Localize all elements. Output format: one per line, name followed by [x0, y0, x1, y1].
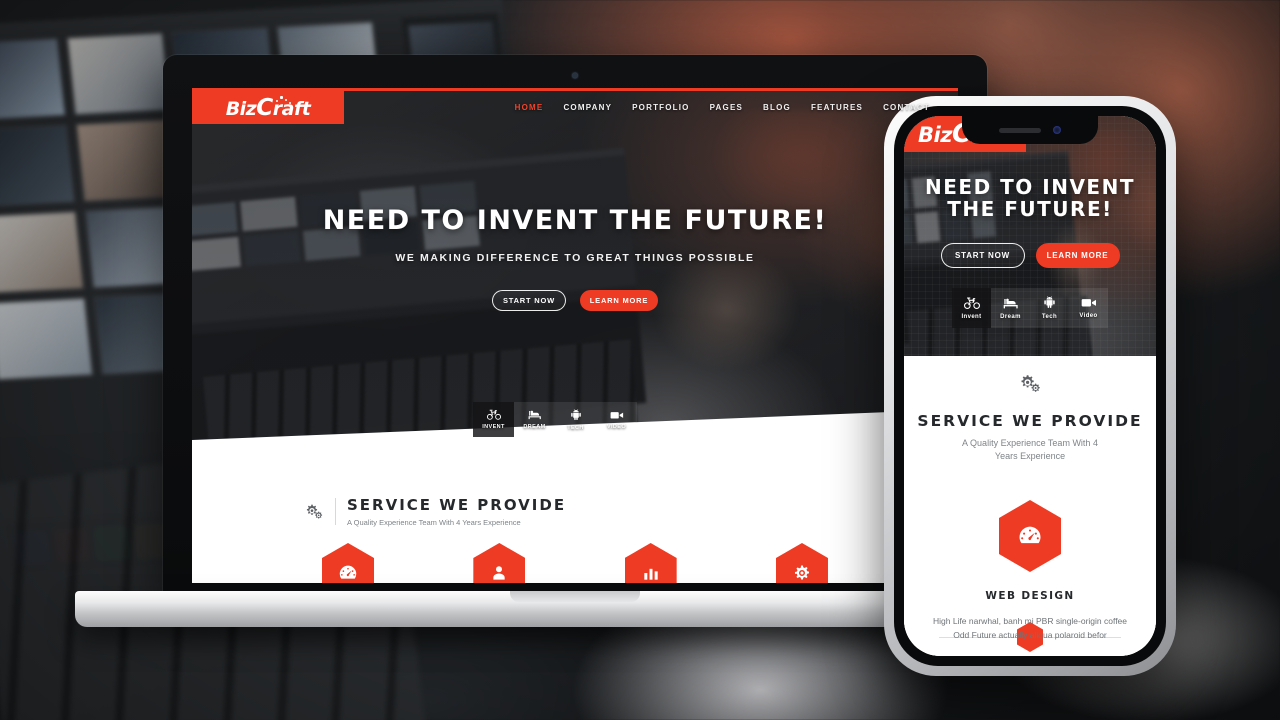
- hero-buttons-mobile: START NOW LEARN MORE: [920, 242, 1140, 268]
- top-accent-line: [192, 88, 958, 91]
- hero-headline-mobile: NEED TO INVENT THE FUTURE!: [925, 175, 1135, 222]
- tab-dream-mobile[interactable]: Dream: [991, 288, 1030, 328]
- laptop-screen: BizCraft HOME COMPANY PORTFOLIO PAGES BL…: [192, 88, 958, 583]
- hero-content: NEED TO INVENT THE FUTURE! WE MAKING DIF…: [192, 205, 958, 312]
- nav-item-home[interactable]: HOME: [515, 103, 544, 112]
- website-mobile-view: BizCraft NEED TO INVENT THE FUTURE! STAR…: [904, 116, 1156, 656]
- tab-dream-label-mobile: Dream: [1000, 313, 1021, 320]
- service-subtitle-mobile-line1: A Quality Experience Team With 4: [962, 438, 1098, 448]
- nav-item-company[interactable]: COMPANY: [563, 103, 612, 112]
- laptop-camera-icon: [572, 73, 578, 78]
- nav-item-contact[interactable]: CONTACT: [883, 103, 930, 112]
- video-camera-icon: [610, 411, 623, 418]
- service-card-web-design[interactable]: [322, 543, 374, 583]
- service-card-body-line2: Odd Future actually aliqua polaroid befo…: [953, 630, 1107, 641]
- tab-video-label: VIDEO: [606, 423, 627, 430]
- chart-icon: [624, 543, 677, 583]
- person-icon: [473, 543, 526, 583]
- tab-tech[interactable]: TECH: [555, 402, 596, 437]
- learn-more-button-mobile[interactable]: LEARN MORE: [1035, 242, 1120, 268]
- main-navigation: HOME COMPANY PORTFOLIO PAGES BLOG FEATUR…: [344, 91, 958, 124]
- tab-video-label-mobile: Video: [1079, 313, 1098, 319]
- video-camera-icon: [1081, 299, 1096, 307]
- divider: [335, 498, 336, 525]
- nav-item-portfolio[interactable]: PORTFOLIO: [632, 103, 689, 112]
- nav-item-blog[interactable]: BLOG: [763, 103, 791, 112]
- hero-subheadline: WE MAKING DIFFERENCE TO GREAT THINGS POS…: [395, 252, 755, 265]
- site-header: BizCraft HOME COMPANY PORTFOLIO PAGES BL…: [192, 91, 958, 124]
- start-now-button-mobile[interactable]: START NOW: [940, 242, 1025, 268]
- phone-mockup: BizCraft NEED TO INVENT THE FUTURE! STAR…: [884, 96, 1176, 676]
- logo-text-biz-mobile: Biz: [918, 123, 952, 147]
- hero-buttons: START NOW LEARN MORE: [192, 290, 958, 312]
- phone-camera-icon: [1053, 126, 1061, 134]
- laptop-notch: [510, 591, 640, 602]
- tab-invent-label-mobile: Invent: [961, 313, 982, 320]
- service-title-mobile: SERVICE WE PROVIDE: [917, 412, 1143, 430]
- service-card-body-line1: High Life narwhal, banh mi PBR single-or…: [932, 616, 1128, 626]
- android-icon: [1044, 296, 1055, 308]
- logo[interactable]: BizCraft: [192, 91, 344, 124]
- speedometer-icon: [999, 500, 1061, 572]
- service-card-2[interactable]: [473, 543, 526, 583]
- tab-tech-mobile[interactable]: Tech: [1030, 288, 1069, 328]
- website-desktop-view: BizCraft HOME COMPANY PORTFOLIO PAGES BL…: [192, 88, 958, 583]
- start-now-button[interactable]: START NOW: [492, 290, 566, 312]
- android-icon: [570, 408, 581, 420]
- gears-icon: [1018, 372, 1042, 396]
- nav-item-features[interactable]: FEATURES: [811, 103, 863, 112]
- laptop-mockup: BizCraft HOME COMPANY PORTFOLIO PAGES BL…: [75, 55, 1075, 627]
- service-subtitle-mobile-line2: Years Experience: [994, 451, 1066, 462]
- nav-item-pages[interactable]: PAGES: [710, 103, 743, 112]
- tab-invent-mobile[interactable]: Invent: [952, 288, 991, 328]
- speedometer-icon: [322, 543, 374, 583]
- service-subtitle: A Quality Experience Team With 4 Years E…: [347, 518, 521, 527]
- phone-notch: [962, 116, 1098, 144]
- hero-headline: NEED TO INVENT THE FUTURE!: [322, 205, 828, 236]
- phone-speaker-icon: [999, 127, 1041, 133]
- learn-more-button[interactable]: LEARN MORE: [580, 290, 658, 312]
- service-card-3[interactable]: [624, 543, 677, 583]
- service-cards-row: [192, 543, 958, 583]
- logo-sparkle-icon: [276, 96, 294, 105]
- service-card-title-mobile: WEB DESIGN: [985, 590, 1075, 602]
- tab-tech-label-mobile: Tech: [1041, 314, 1058, 320]
- tab-invent[interactable]: INVENT: [473, 402, 514, 437]
- gear-icon: [775, 543, 828, 583]
- tab-tech-label: TECH: [567, 424, 584, 431]
- gears-icon: [304, 502, 324, 522]
- service-heading: SERVICE WE PROVIDE A Quality Experience …: [304, 496, 566, 527]
- feature-tabs-mobile: Invent Dream Tech Video: [952, 288, 1108, 328]
- logo-text-c: C: [256, 94, 273, 121]
- logo-text-biz: Biz: [225, 98, 257, 120]
- tab-invent-label: INVENT: [482, 424, 505, 430]
- service-title: SERVICE WE PROVIDE: [347, 496, 567, 514]
- hero-content-mobile: NEED TO INVENT THE FUTURE! START NOW LEA…: [904, 176, 1156, 268]
- tab-video[interactable]: VIDEO: [596, 402, 637, 437]
- service-card-4[interactable]: [775, 543, 828, 583]
- feature-tabs-desktop: INVENT DREAM TECH VIDEO: [473, 402, 637, 437]
- bed-icon: [528, 410, 541, 420]
- bicycle-icon: [963, 297, 980, 309]
- service-card-mobile[interactable]: WEB DESIGN High Life narwhal, banh mi PB…: [904, 500, 1156, 643]
- tab-dream[interactable]: DREAM: [514, 402, 555, 437]
- service-heading-mobile: SERVICE WE PROVIDE A Quality Experience …: [904, 372, 1156, 463]
- tab-video-mobile[interactable]: Video: [1069, 288, 1108, 328]
- bicycle-icon: [486, 409, 501, 420]
- tab-dream-label: DREAM: [523, 424, 546, 430]
- bed-icon: [1003, 298, 1018, 308]
- phone-screen: BizCraft NEED TO INVENT THE FUTURE! STAR…: [904, 116, 1156, 656]
